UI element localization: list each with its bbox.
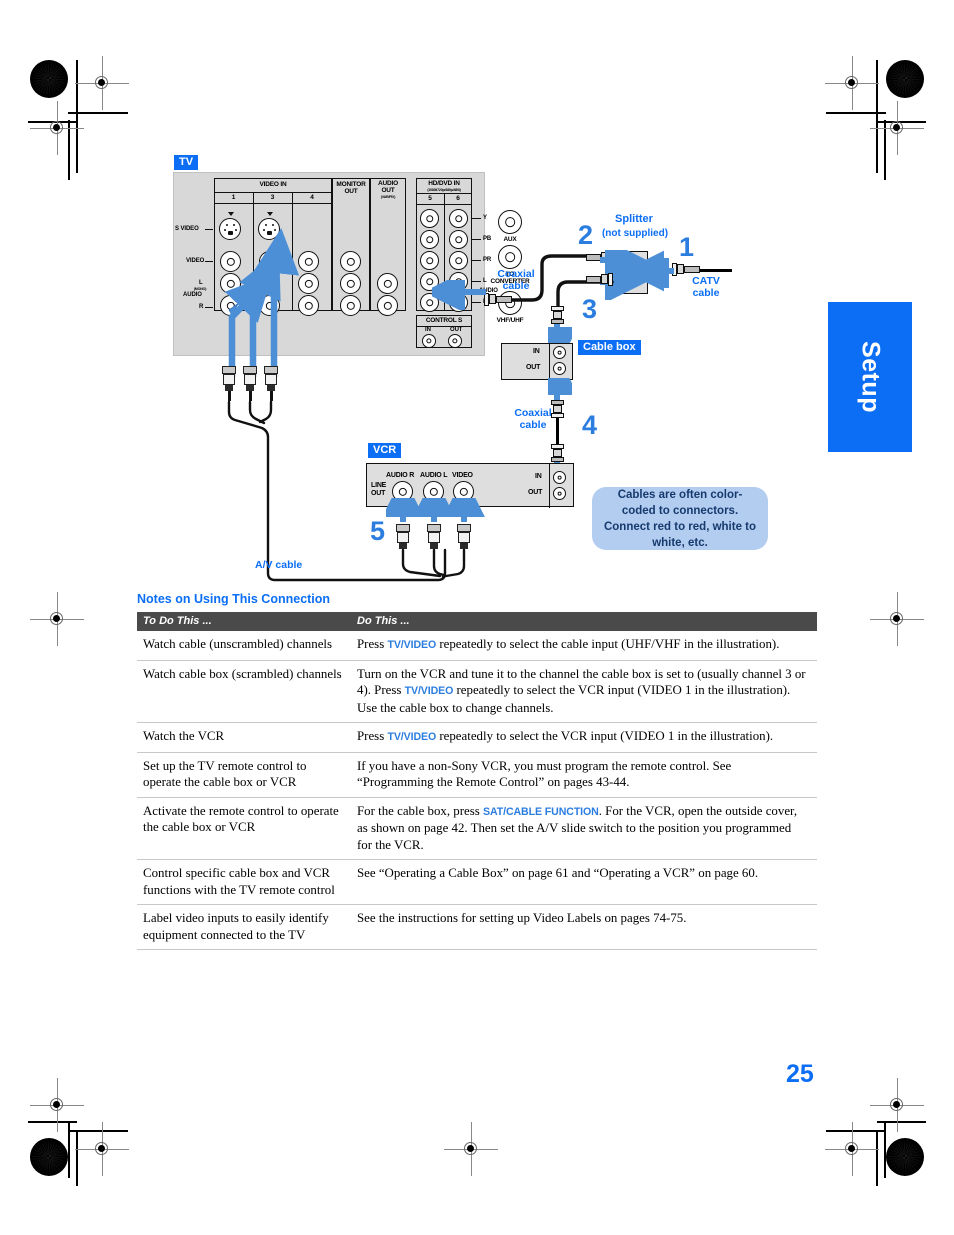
cable-box-out-jack bbox=[553, 362, 566, 375]
crop-mark bbox=[76, 1130, 78, 1186]
coaxial-cable-label-bottom: Coaxial cable bbox=[514, 407, 552, 431]
notes-cell-todo: Set up the TV remote control to operate … bbox=[137, 752, 351, 798]
notes-cell-todo: Watch cable (unscrambled) channels bbox=[137, 631, 351, 661]
step-number-4: 4 bbox=[582, 410, 598, 440]
table-row: Watch cable box (scrambled) channels Turn… bbox=[137, 660, 817, 723]
splitter-label: Splitter bbox=[615, 213, 653, 225]
vcr-video-label: VIDEO bbox=[452, 472, 473, 479]
notes-cell-dothis: See the instructions for setting up Vide… bbox=[351, 904, 817, 950]
vcr-rf-out-jack bbox=[553, 487, 566, 500]
notes-cell-todo: Activate the remote control to operate t… bbox=[137, 797, 351, 860]
vcr-rf-in-jack bbox=[553, 471, 566, 484]
button-keyword: TV/VIDEO bbox=[387, 639, 437, 651]
registration-mark bbox=[870, 1078, 924, 1132]
cable-box-in-label: IN bbox=[533, 348, 540, 355]
step-number-1: 1 bbox=[679, 232, 695, 262]
crop-mark bbox=[826, 1130, 886, 1132]
vhf-uhf-arrow bbox=[432, 280, 486, 310]
splitter-sublabel: (not supplied) bbox=[601, 228, 669, 239]
cable-box-in-jack bbox=[553, 346, 566, 359]
notes-cell-dothis: Turn on the VCR and tune it to the chann… bbox=[351, 660, 817, 723]
notes-cell-dothis: Press TV/VIDEO repeatedly to select the … bbox=[351, 631, 817, 661]
button-keyword: TV/VIDEO bbox=[404, 685, 454, 697]
rosette-mark-bottom-left bbox=[30, 1138, 68, 1176]
vcr-out-label: OUT bbox=[528, 489, 543, 496]
notes-cell-todo: Label video inputs to easily identify eq… bbox=[137, 904, 351, 950]
notes-section: Notes on Using This Connection To Do Thi… bbox=[137, 592, 817, 950]
notes-cell-todo: Control specific cable box and VCR funct… bbox=[137, 859, 351, 905]
button-keyword: SAT/CABLE FUNCTION bbox=[483, 805, 599, 818]
tip-bubble: Cables are often color-coded to connecto… bbox=[592, 487, 768, 550]
registration-mark bbox=[30, 592, 84, 646]
cable-box-out-label: OUT bbox=[526, 364, 541, 371]
cable-box-badge: Cable box bbox=[578, 340, 641, 355]
rosette-mark-bottom-right bbox=[886, 1138, 924, 1176]
vcr-lineout-arrows bbox=[386, 498, 485, 522]
vcr-in-label: IN bbox=[535, 473, 542, 480]
splitter-in-arrow bbox=[648, 258, 674, 288]
table-row: Watch the VCR Press TV/VIDEO repeatedly t… bbox=[137, 722, 817, 753]
crop-mark bbox=[68, 1130, 128, 1132]
table-row: Activate the remote control to operate t… bbox=[137, 797, 817, 860]
notes-cell-todo: Watch cable box (scrambled) channels bbox=[137, 660, 351, 723]
notes-table-header-row: To Do This ... Do This ... bbox=[137, 612, 817, 631]
vcr-badge: VCR bbox=[368, 443, 402, 458]
connection-diagram: TV VIDEO IN 1 3 4 MONITOR OUT AUDIO OUT … bbox=[0, 0, 954, 600]
registration-mark bbox=[825, 1122, 879, 1176]
notes-cell-dothis: Press TV/VIDEO repeatedly to select the … bbox=[351, 722, 817, 753]
av-cable-label: A/V cable bbox=[255, 559, 303, 571]
notes-table: To Do This ... Do This ... Watch cable (… bbox=[137, 612, 817, 950]
vcr-line-out-label: LINE OUT bbox=[371, 482, 387, 497]
catv-cable-line bbox=[700, 269, 732, 272]
notes-col-todo: To Do This ... bbox=[137, 612, 351, 631]
registration-mark bbox=[30, 1078, 84, 1132]
vcr-audio-r-label: AUDIO R bbox=[386, 472, 415, 479]
table-row: Set up the TV remote control to operate … bbox=[137, 752, 817, 798]
registration-mark bbox=[870, 592, 924, 646]
notes-cell-dothis: See “Operating a Cable Box” on page 61 a… bbox=[351, 859, 817, 905]
step-number-5: 5 bbox=[370, 516, 386, 546]
av-cable-vcr-join bbox=[401, 548, 466, 580]
table-row: Watch cable (unscrambled) channels Press … bbox=[137, 631, 817, 661]
notes-col-dothis: Do This ... bbox=[351, 612, 817, 631]
button-keyword: TV/VIDEO bbox=[387, 731, 437, 743]
notes-cell-todo: Watch the VCR bbox=[137, 722, 351, 753]
notes-cell-dothis: For the cable box, press SAT/CABLE FUNCT… bbox=[351, 797, 817, 860]
registration-mark bbox=[75, 1122, 129, 1176]
table-row: Control specific cable box and VCR funct… bbox=[137, 859, 817, 905]
crop-mark bbox=[28, 1121, 77, 1123]
tv-badge: TV bbox=[174, 155, 199, 170]
page-number: 25 bbox=[786, 1060, 814, 1088]
crop-mark bbox=[877, 1121, 926, 1123]
vcr-audio-l-label: AUDIO L bbox=[420, 472, 448, 479]
notes-heading: Notes on Using This Connection bbox=[137, 592, 331, 606]
table-row: Label video inputs to easily identify eq… bbox=[137, 904, 817, 950]
registration-mark bbox=[444, 1122, 498, 1176]
notes-cell-dothis: If you have a non-Sony VCR, you must pro… bbox=[351, 752, 817, 798]
crop-mark bbox=[876, 1130, 878, 1186]
